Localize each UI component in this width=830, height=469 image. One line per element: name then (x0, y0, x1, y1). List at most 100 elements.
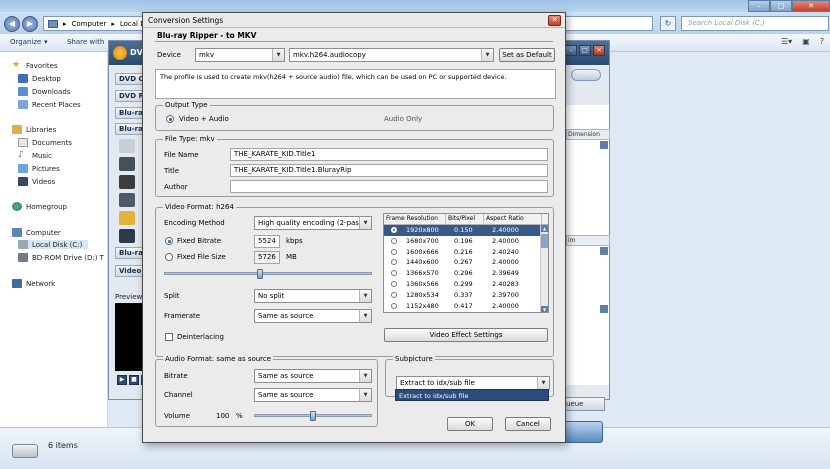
nav-documents[interactable]: Documents (18, 138, 72, 147)
row-radio-icon[interactable] (391, 248, 397, 255)
scroll-up-icon[interactable]: ▲ (541, 225, 548, 232)
fixed-bitrate-input[interactable]: 5524 (254, 235, 280, 248)
nav-homegroup[interactable]: Homegroup (12, 202, 67, 211)
row-radio-icon[interactable] (391, 259, 397, 266)
refresh-icon[interactable]: ↻ (660, 16, 676, 31)
stop-icon[interactable]: ■ (129, 375, 139, 385)
share-with-button[interactable]: Share with (67, 38, 104, 46)
set-as-default-button[interactable]: Set as Default (499, 48, 555, 62)
table-row[interactable]: 1360x566 0.299 2.40283 (384, 279, 542, 290)
organize-button[interactable]: Organize (10, 38, 41, 46)
list-scroll-icon[interactable] (600, 141, 608, 149)
fixed-file-size-radio[interactable] (165, 253, 173, 261)
preview-pane-icon[interactable]: ▣ (802, 37, 810, 46)
tv-icon[interactable] (119, 229, 135, 243)
frame-resolution-header[interactable]: Frame Resolution (384, 214, 446, 224)
table-row[interactable]: 1600x666 0.216 2.40240 (384, 247, 542, 258)
row-radio-icon[interactable] (391, 291, 397, 298)
table-row[interactable]: 1280x534 0.337 2.39700 (384, 290, 542, 301)
nav-label: Network (26, 279, 56, 288)
ok-button[interactable]: OK (447, 417, 493, 431)
file-type-legend: File Type: mkv (163, 135, 217, 143)
cancel-button[interactable]: Cancel (505, 417, 551, 431)
aspect-ratio-header[interactable]: Aspect Ratio (484, 214, 542, 224)
row-radio-icon[interactable] (391, 302, 397, 309)
nav-recent-places[interactable]: Recent Places (18, 100, 81, 109)
audio-bitrate-select[interactable]: Same as source ▼ (254, 369, 372, 383)
nav-music[interactable]: ♪ Music (18, 151, 52, 160)
nav-local-disk[interactable]: Local Disk (C:) (18, 240, 89, 249)
dimension-column-header[interactable]: Dimension (566, 129, 610, 140)
framerate-select[interactable]: Same as source ▼ (254, 309, 372, 323)
phone-icon[interactable] (119, 175, 135, 189)
table-row[interactable]: 1680x700 0.196 2.40000 (384, 236, 542, 247)
row-radio-icon[interactable] (391, 270, 397, 277)
back-icon[interactable]: ◀ (4, 16, 20, 32)
minimize-icon[interactable]: – (748, 0, 770, 12)
nav-libraries[interactable]: Libraries (12, 125, 56, 134)
volume-slider-thumb[interactable] (310, 411, 316, 421)
bitrate-slider-thumb[interactable] (256, 269, 263, 279)
nav-desktop[interactable]: Desktop (18, 74, 61, 83)
scroll-down-icon[interactable]: ▼ (541, 306, 548, 312)
tablet-icon[interactable] (119, 193, 135, 207)
list-scroll-icon[interactable] (600, 247, 608, 255)
row-radio-icon[interactable] (391, 237, 397, 244)
app-close-icon[interactable]: ✕ (593, 45, 605, 56)
nav-network[interactable]: Network (12, 279, 55, 288)
split-select[interactable]: No split ▼ (254, 289, 372, 303)
device-select[interactable]: mkv ▼ (195, 48, 285, 62)
app-minimize-icon[interactable]: – (565, 45, 577, 56)
dimension-column-header-2[interactable]: im (566, 235, 610, 246)
view-options-icon[interactable]: ☰▾ (781, 37, 792, 46)
profile-description: The profile is used to create mkv(h264 +… (155, 69, 556, 99)
file-name-input[interactable]: THE_KARATE_KID.Title1 (230, 148, 548, 161)
title-input[interactable]: THE_KARATE_KID.Title1.BlurayRip (230, 164, 548, 177)
row-radio-icon[interactable] (391, 281, 397, 287)
gamepad-icon[interactable] (119, 139, 135, 153)
close-icon[interactable]: ✕ (792, 0, 830, 12)
table-scrollbar[interactable]: ▲ ▼ (540, 225, 548, 312)
volume-value[interactable]: 100 (216, 412, 229, 420)
close-icon[interactable]: ✕ (548, 15, 561, 26)
aspect-ratio-cell: 2.40000 (492, 236, 519, 245)
audio-only-label[interactable]: Audio Only (384, 115, 422, 123)
row-radio-icon[interactable] (391, 227, 397, 233)
bitrate-slider-track[interactable] (164, 272, 372, 275)
console-icon[interactable] (119, 157, 135, 171)
table-row[interactable]: 1440x600 0.267 2.40000 (384, 257, 542, 268)
breadcrumb-computer[interactable]: Computer (72, 20, 107, 28)
app-maximize-icon[interactable]: □ (579, 45, 591, 56)
maximize-icon[interactable]: □ (770, 0, 792, 12)
profile-select[interactable]: mkv.h264.audiocopy ▼ (289, 48, 494, 62)
subpicture-dropdown-option[interactable]: Extract to idx/sub file (395, 389, 549, 401)
list-scroll-icon[interactable] (600, 305, 608, 313)
subpicture-select[interactable]: Extract to idx/sub file ▼ (396, 376, 550, 390)
table-row[interactable]: 1366x570 0.296 2.39649 (384, 268, 542, 279)
video-effect-settings-button[interactable]: Video Effect Settings (384, 328, 548, 342)
nav-bd-rom[interactable]: BD-ROM Drive (D:) T (18, 253, 104, 262)
bits-per-pixel-header[interactable]: Bits/Pixel (446, 214, 484, 224)
help-icon[interactable]: ? (820, 37, 824, 46)
nav-pictures[interactable]: Pictures (18, 164, 60, 173)
channel-select[interactable]: Same as source ▼ (254, 388, 372, 402)
fixed-file-size-input[interactable]: 5726 (254, 251, 280, 264)
nav-computer[interactable]: Computer (12, 228, 61, 237)
nav-downloads[interactable]: Downloads (18, 87, 70, 96)
deinterlacing-checkbox[interactable] (165, 333, 173, 341)
nav-favorites[interactable]: ★ Favorites (12, 61, 58, 71)
encoding-method-select[interactable]: High quality encoding (2-pass) ▼ (254, 216, 372, 230)
author-input[interactable] (230, 180, 548, 193)
folder-icon[interactable] (119, 211, 135, 225)
nav-videos[interactable]: Videos (18, 177, 55, 186)
table-row[interactable]: 1152x480 0.417 2.40000 (384, 301, 542, 312)
play-icon[interactable]: ▶ (117, 375, 127, 385)
dialog-subheading: Blu-ray Ripper - to MKV (157, 31, 257, 40)
video-audio-radio[interactable] (166, 115, 174, 123)
fixed-bitrate-radio[interactable] (165, 237, 173, 245)
app-top-button[interactable] (571, 69, 601, 81)
forward-icon[interactable]: ▶ (22, 16, 38, 32)
scroll-thumb[interactable] (541, 234, 548, 248)
table-row[interactable]: 1920x800 0.150 2.40000 (384, 225, 542, 236)
search-input[interactable]: Search Local Disk (C:) (681, 16, 829, 31)
